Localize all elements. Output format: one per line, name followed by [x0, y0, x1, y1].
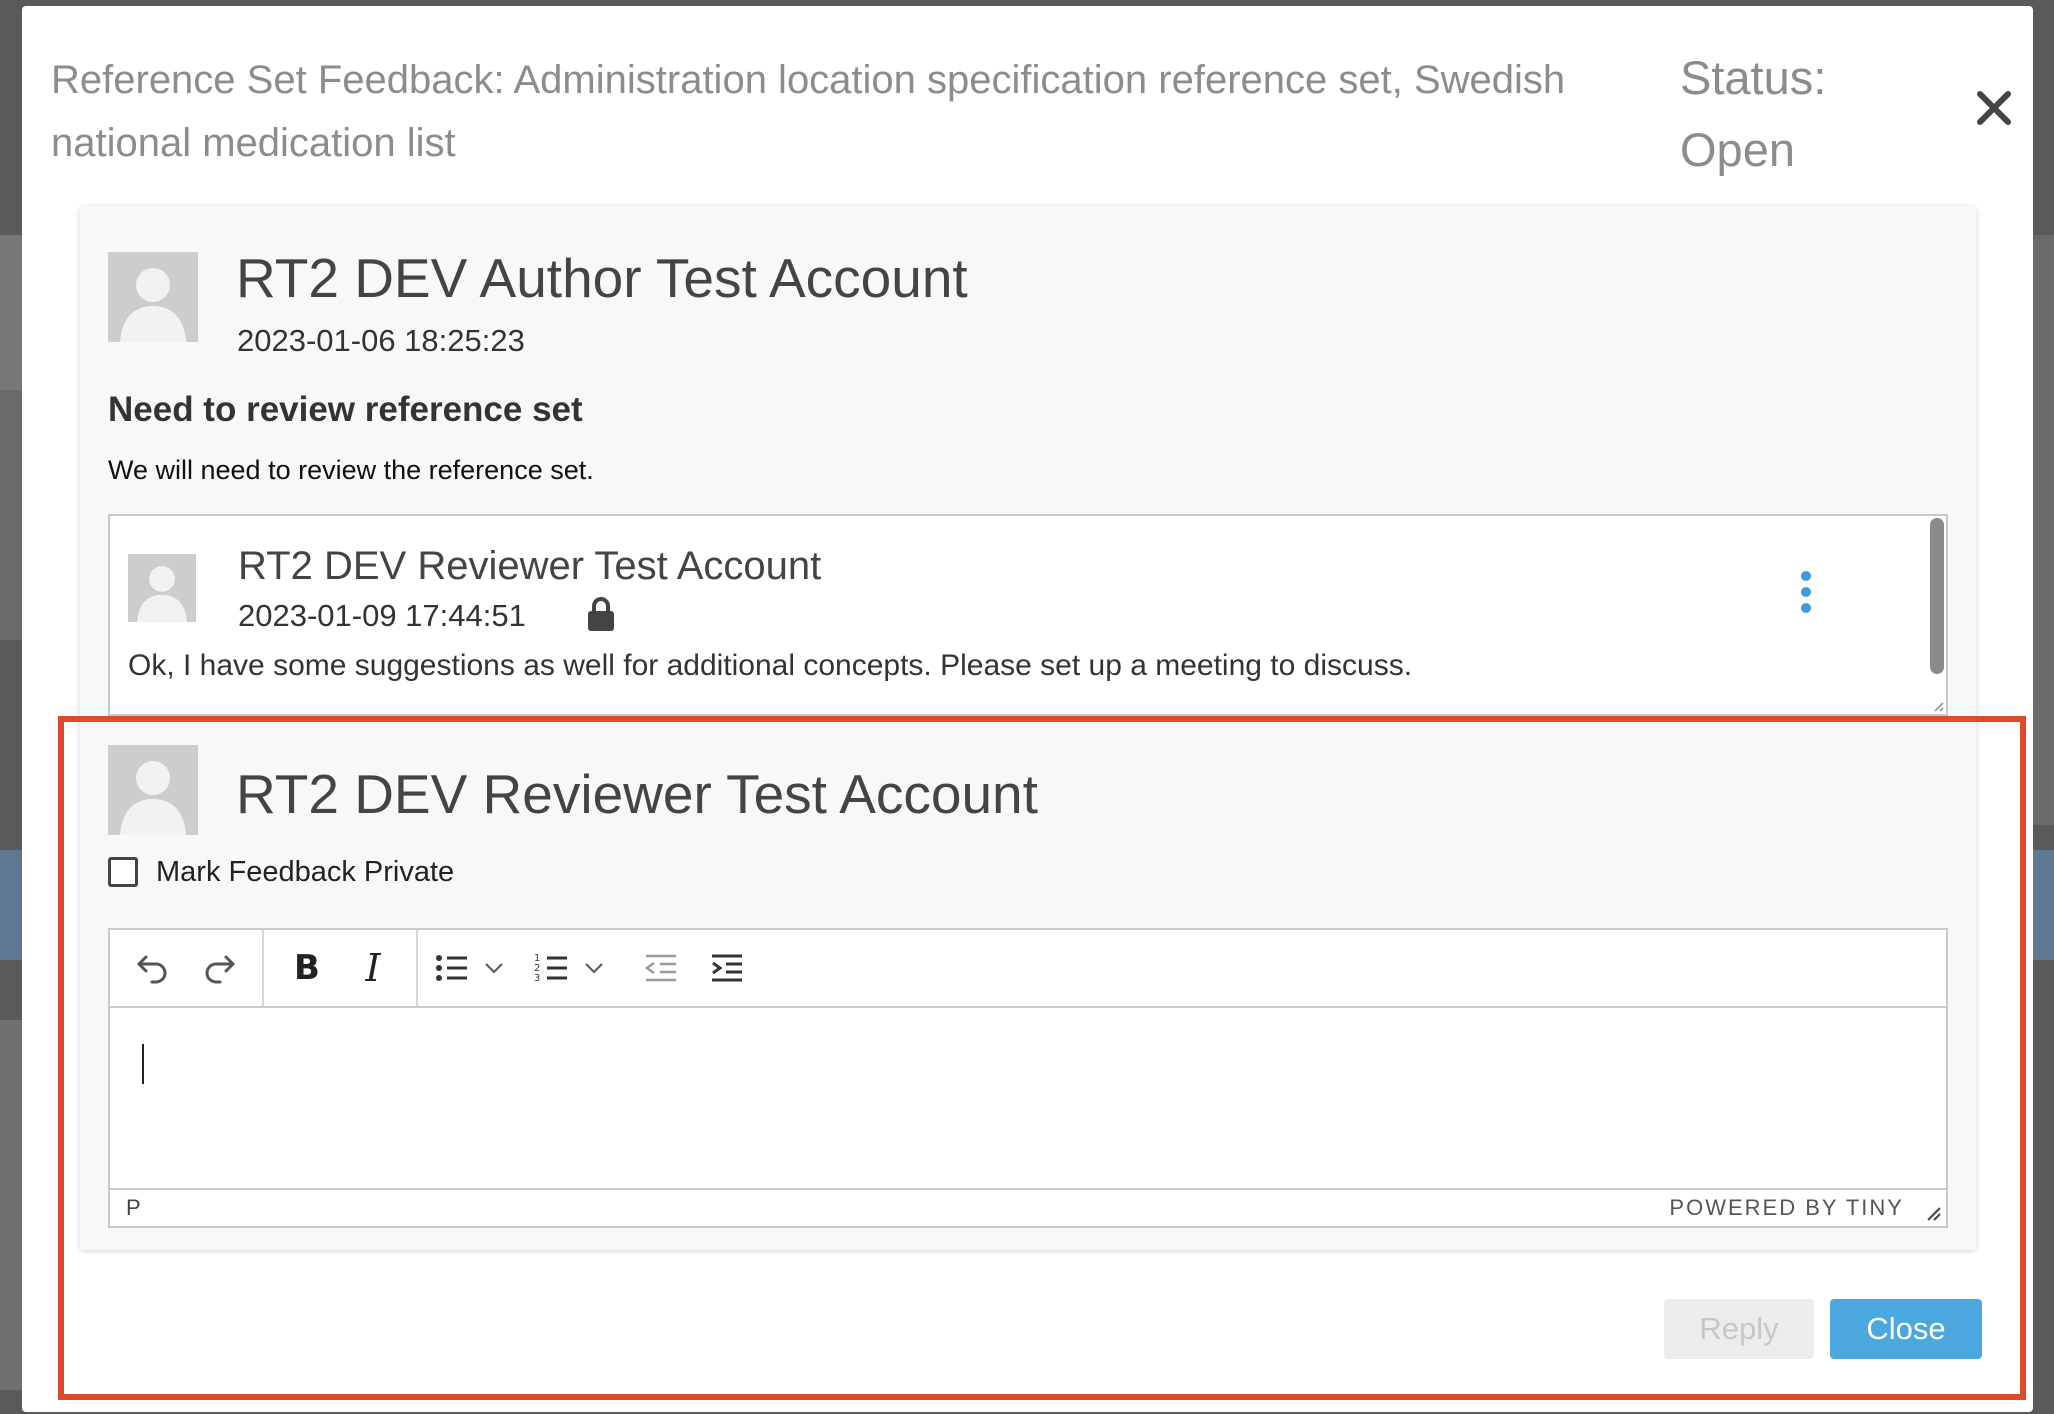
background-panel	[2032, 850, 2054, 960]
close-icon[interactable]	[1972, 86, 2016, 130]
feedback-card: RT2 DEV Author Test Account 2023-01-06 1…	[80, 206, 1976, 1250]
user-placeholder-icon	[128, 554, 196, 622]
undo-icon	[137, 955, 167, 984]
indent-icon	[712, 954, 742, 982]
svg-text:3: 3	[534, 973, 540, 984]
mark-private-row[interactable]: Mark Feedback Private	[108, 854, 454, 890]
undo-button[interactable]	[125, 940, 181, 996]
mark-private-label[interactable]: Mark Feedback Private	[156, 856, 454, 889]
element-path[interactable]: P	[126, 1195, 141, 1221]
feedback-modal: Reference Set Feedback: Administration l…	[22, 6, 2033, 1412]
bold-icon: B	[294, 948, 320, 988]
text-cursor	[142, 1044, 144, 1084]
bold-button[interactable]: B	[279, 940, 335, 996]
feedback-body: We will need to review the reference set…	[108, 455, 594, 485]
replies-list[interactable]: RT2 DEV Reviewer Test Account 2023-01-09…	[108, 514, 1948, 716]
resize-handle-icon[interactable]	[1924, 1204, 1942, 1222]
powered-by-tiny-link[interactable]: POWERED BY TINY	[1669, 1195, 1904, 1221]
background-panel	[0, 390, 22, 640]
user-placeholder-icon	[108, 252, 198, 342]
background-panel	[2032, 235, 2054, 825]
scrollbar[interactable]	[1930, 518, 1944, 674]
status-label: Status: Open	[1680, 51, 1827, 176]
avatar	[128, 554, 196, 622]
avatar	[108, 745, 198, 835]
avatar	[108, 252, 198, 342]
italic-icon: I	[365, 946, 381, 990]
italic-button[interactable]: I	[345, 940, 401, 996]
editor-content[interactable]	[110, 1008, 1946, 1190]
background-panel	[0, 235, 22, 390]
modal-header: Reference Set Feedback: Administration l…	[22, 6, 2033, 201]
numbered-list-button[interactable]: 1 2 3	[533, 940, 623, 996]
feedback-subject: Need to review reference set	[108, 390, 583, 429]
redo-icon	[205, 955, 235, 984]
history-group	[110, 930, 264, 1006]
reply-date: 2023-01-09 17:44:51	[238, 598, 526, 633]
editor-toolbar: B I 1 2 3	[110, 930, 1946, 1008]
more-options-icon[interactable]	[1796, 570, 1816, 614]
rich-text-editor: B I 1 2 3 P POWERED BY TINY	[108, 928, 1948, 1228]
user-placeholder-icon	[108, 745, 198, 835]
reply-author: RT2 DEV Reviewer Test Account	[238, 544, 822, 588]
background-panel	[0, 1020, 22, 1390]
reply-button[interactable]: Reply	[1664, 1299, 1814, 1359]
reply-text: Ok, I have some suggestions as well for …	[128, 649, 1413, 682]
resize-handle-icon[interactable]	[1930, 698, 1944, 712]
redo-button[interactable]	[191, 940, 247, 996]
format-group: B I	[264, 930, 418, 1006]
feedback-date: 2023-01-06 18:25:23	[237, 323, 525, 358]
chevron-down-icon	[585, 963, 603, 974]
outdent-button[interactable]	[633, 940, 689, 996]
bullet-list-icon	[436, 955, 467, 981]
numbered-list-icon: 1 2 3	[534, 953, 567, 984]
lock-icon	[586, 596, 616, 632]
bullet-list-button[interactable]	[433, 940, 523, 996]
modal-title: Reference Set Feedback: Administration l…	[51, 58, 1566, 165]
editor-statusbar: P POWERED BY TINY	[110, 1188, 1946, 1226]
mark-private-checkbox[interactable]	[108, 857, 138, 887]
composer-author: RT2 DEV Reviewer Test Account	[236, 763, 1038, 825]
outdent-icon	[644, 954, 676, 982]
background-panel	[0, 850, 22, 960]
close-button[interactable]: Close	[1830, 1299, 1982, 1359]
chevron-down-icon	[485, 963, 503, 974]
feedback-author: RT2 DEV Author Test Account	[236, 247, 968, 309]
list-group: 1 2 3	[418, 930, 770, 1006]
indent-button[interactable]	[699, 940, 755, 996]
